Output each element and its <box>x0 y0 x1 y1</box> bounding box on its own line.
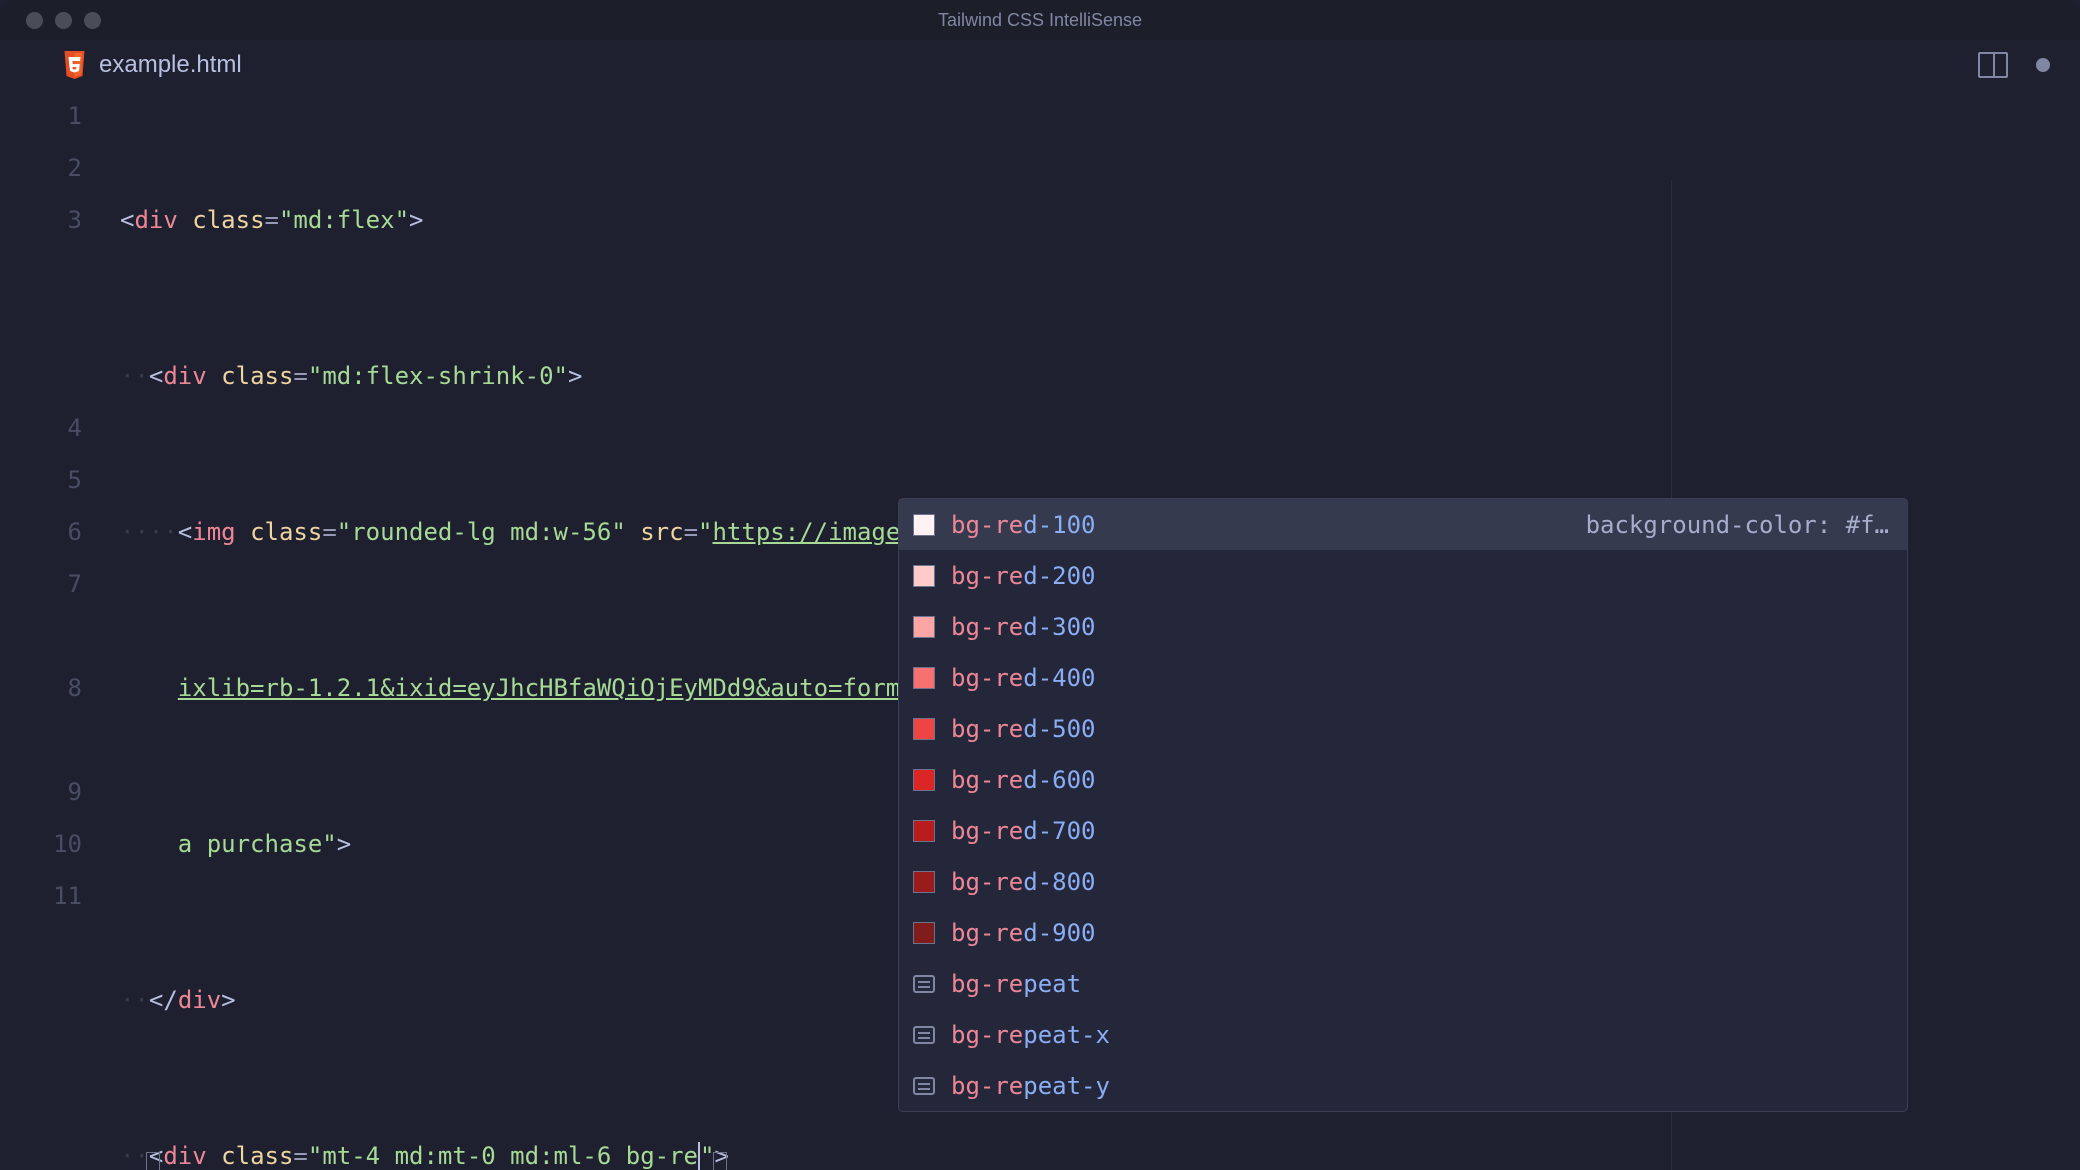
html-file-icon <box>62 51 87 79</box>
intellisense-item[interactable]: bg-red-500 <box>899 703 1907 754</box>
line-number: 7 <box>0 558 82 662</box>
line-number-gutter: 1 2 3 4 5 6 7 8 9 10 11 <box>0 90 120 1170</box>
intellisense-item[interactable]: bg-red-900 <box>899 907 1907 958</box>
intellisense-item[interactable]: bg-red-800 <box>899 856 1907 907</box>
intellisense-label: bg-red-300 <box>951 613 1096 641</box>
property-icon <box>913 1026 935 1044</box>
color-swatch-icon <box>913 616 935 638</box>
color-swatch-icon <box>913 922 935 944</box>
intellisense-label: bg-red-500 <box>951 715 1096 743</box>
intellisense-popup: bg-red-100 background-color: #f… bg-red-20… <box>898 498 1908 1112</box>
code-line: ··<div class="mt-4 md:mt-0 md:ml-6 bg-re… <box>120 1130 2050 1170</box>
line-number: 10 <box>0 818 82 870</box>
property-icon <box>913 1077 935 1095</box>
color-swatch-icon <box>913 769 935 791</box>
color-swatch-icon <box>913 667 935 689</box>
color-swatch-icon <box>913 820 935 842</box>
line-number: 6 <box>0 506 82 558</box>
intellisense-item[interactable]: bg-red-600 <box>899 754 1907 805</box>
window-title: Tailwind CSS IntelliSense <box>938 10 1142 31</box>
intellisense-item[interactable]: bg-repeat <box>899 958 1907 1009</box>
intellisense-detail: background-color: #f… <box>1586 511 1889 539</box>
intellisense-item[interactable]: bg-red-100 background-color: #f… <box>899 499 1907 550</box>
intellisense-item[interactable]: bg-red-400 <box>899 652 1907 703</box>
tab-actions <box>1978 52 2050 78</box>
split-editor-icon[interactable] <box>1978 52 2008 78</box>
property-icon <box>913 975 935 993</box>
color-swatch-icon <box>913 718 935 740</box>
intellisense-label: bg-repeat-y <box>951 1072 1110 1100</box>
line-number: 1 <box>0 90 82 142</box>
line-number: 8 <box>0 662 82 766</box>
intellisense-label: bg-red-600 <box>951 766 1096 794</box>
tab-filename: example.html <box>99 51 242 79</box>
color-swatch-icon <box>913 514 935 536</box>
intellisense-label: bg-red-400 <box>951 664 1096 692</box>
code-line: <div class="md:flex"> <box>120 194 2050 246</box>
intellisense-label: bg-red-900 <box>951 919 1096 947</box>
line-number: 2 <box>0 142 82 194</box>
intellisense-item[interactable]: bg-red-300 <box>899 601 1907 652</box>
intellisense-label: bg-red-800 <box>951 868 1096 896</box>
line-number: 11 <box>0 870 82 922</box>
zoom-window-button[interactable] <box>84 12 101 29</box>
color-swatch-icon <box>913 565 935 587</box>
intellisense-label: bg-red-700 <box>951 817 1096 845</box>
line-number: 3 <box>0 194 82 246</box>
minimize-window-button[interactable] <box>55 12 72 29</box>
intellisense-item[interactable]: bg-repeat-y <box>899 1060 1907 1111</box>
dirty-indicator-icon[interactable] <box>2036 58 2050 72</box>
intellisense-item[interactable]: bg-repeat-x <box>899 1009 1907 1060</box>
intellisense-item[interactable]: bg-red-200 <box>899 550 1907 601</box>
line-number: 4 <box>0 402 82 454</box>
code-line: ··<div class="md:flex-shrink-0"> <box>120 350 2050 402</box>
tab-bar: example.html <box>0 40 2080 90</box>
intellisense-item[interactable]: bg-red-700 <box>899 805 1907 856</box>
line-number: 5 <box>0 454 82 506</box>
line-number <box>0 246 82 402</box>
line-number: 9 <box>0 766 82 818</box>
intellisense-label: bg-red-100 <box>951 511 1096 539</box>
traffic-lights <box>0 12 101 29</box>
intellisense-label: bg-repeat <box>951 970 1081 998</box>
titlebar: Tailwind CSS IntelliSense <box>0 0 2080 40</box>
color-swatch-icon <box>913 871 935 893</box>
editor-window: Tailwind CSS IntelliSense example.html 1… <box>0 0 2080 1170</box>
file-tab[interactable]: example.html <box>40 40 264 90</box>
intellisense-label: bg-repeat-x <box>951 1021 1110 1049</box>
close-window-button[interactable] <box>26 12 43 29</box>
intellisense-label: bg-red-200 <box>951 562 1096 590</box>
